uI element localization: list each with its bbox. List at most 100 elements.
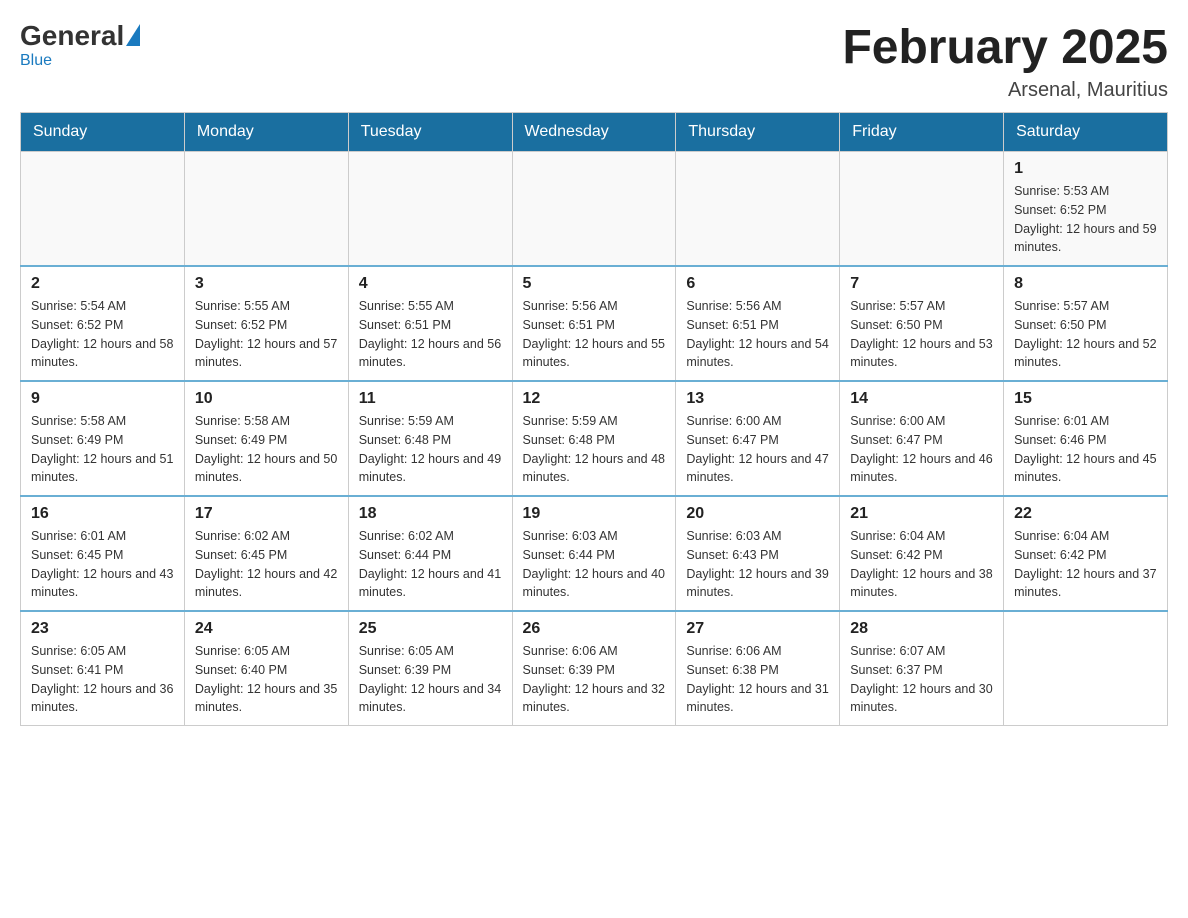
calendar-day-cell: 4 Sunrise: 5:55 AMSunset: 6:51 PMDaylight…	[348, 266, 512, 381]
day-info: Sunrise: 6:05 AMSunset: 6:41 PMDaylight:…	[31, 642, 174, 717]
calendar: SundayMondayTuesdayWednesdayThursdayFrid…	[20, 112, 1168, 726]
logo-triangle-icon	[126, 24, 140, 46]
calendar-day-cell: 5 Sunrise: 5:56 AMSunset: 6:51 PMDaylight…	[512, 266, 676, 381]
logo-general-text: General	[20, 20, 124, 52]
calendar-day-cell	[21, 152, 185, 267]
calendar-day-cell	[676, 152, 840, 267]
calendar-day-cell: 28 Sunrise: 6:07 AMSunset: 6:37 PMDayligh…	[840, 611, 1004, 726]
day-info: Sunrise: 6:03 AMSunset: 6:43 PMDaylight:…	[686, 527, 829, 602]
calendar-day-cell	[512, 152, 676, 267]
day-number: 3	[195, 275, 338, 293]
location: Arsenal, Mauritius	[842, 79, 1168, 102]
calendar-day-cell: 23 Sunrise: 6:05 AMSunset: 6:41 PMDayligh…	[21, 611, 185, 726]
day-info: Sunrise: 5:58 AMSunset: 6:49 PMDaylight:…	[31, 412, 174, 487]
day-number: 23	[31, 620, 174, 638]
day-number: 27	[686, 620, 829, 638]
day-of-week-header: Tuesday	[348, 113, 512, 152]
day-number: 24	[195, 620, 338, 638]
month-title: February 2025	[842, 20, 1168, 75]
day-info: Sunrise: 6:07 AMSunset: 6:37 PMDaylight:…	[850, 642, 993, 717]
calendar-day-cell: 12 Sunrise: 5:59 AMSunset: 6:48 PMDayligh…	[512, 381, 676, 496]
day-info: Sunrise: 5:58 AMSunset: 6:49 PMDaylight:…	[195, 412, 338, 487]
day-number: 9	[31, 390, 174, 408]
calendar-day-cell: 17 Sunrise: 6:02 AMSunset: 6:45 PMDayligh…	[184, 496, 348, 611]
day-number: 21	[850, 505, 993, 523]
calendar-day-cell	[1004, 611, 1168, 726]
day-info: Sunrise: 6:00 AMSunset: 6:47 PMDaylight:…	[850, 412, 993, 487]
day-of-week-header: Saturday	[1004, 113, 1168, 152]
calendar-week-row: 16 Sunrise: 6:01 AMSunset: 6:45 PMDayligh…	[21, 496, 1168, 611]
calendar-day-cell: 25Sunrise: 6:05 AMSunset: 6:39 PMDayligh…	[348, 611, 512, 726]
day-info: Sunrise: 5:53 AMSunset: 6:52 PMDaylight:…	[1014, 182, 1157, 257]
day-number: 16	[31, 505, 174, 523]
day-info: Sunrise: 6:04 AMSunset: 6:42 PMDaylight:…	[850, 527, 993, 602]
calendar-day-cell	[348, 152, 512, 267]
day-number: 17	[195, 505, 338, 523]
day-number: 28	[850, 620, 993, 638]
calendar-day-cell: 2 Sunrise: 5:54 AMSunset: 6:52 PMDaylight…	[21, 266, 185, 381]
day-number: 10	[195, 390, 338, 408]
day-number: 2	[31, 275, 174, 293]
calendar-day-cell: 1 Sunrise: 5:53 AMSunset: 6:52 PMDaylight…	[1004, 152, 1168, 267]
day-of-week-header: Sunday	[21, 113, 185, 152]
day-of-week-header: Monday	[184, 113, 348, 152]
calendar-day-cell: 7 Sunrise: 5:57 AMSunset: 6:50 PMDaylight…	[840, 266, 1004, 381]
calendar-day-cell: 22 Sunrise: 6:04 AMSunset: 6:42 PMDayligh…	[1004, 496, 1168, 611]
calendar-day-cell: 6 Sunrise: 5:56 AMSunset: 6:51 PMDaylight…	[676, 266, 840, 381]
calendar-week-row: 23 Sunrise: 6:05 AMSunset: 6:41 PMDayligh…	[21, 611, 1168, 726]
logo-blue-text: Blue	[20, 52, 52, 70]
calendar-day-cell: 21 Sunrise: 6:04 AMSunset: 6:42 PMDayligh…	[840, 496, 1004, 611]
logo: General Blue	[20, 20, 140, 70]
day-number: 12	[523, 390, 666, 408]
calendar-day-cell	[184, 152, 348, 267]
day-info: Sunrise: 6:02 AMSunset: 6:45 PMDaylight:…	[195, 527, 338, 602]
day-number: 7	[850, 275, 993, 293]
day-info: Sunrise: 6:01 AMSunset: 6:45 PMDaylight:…	[31, 527, 174, 602]
day-info: Sunrise: 5:56 AMSunset: 6:51 PMDaylight:…	[523, 297, 666, 372]
calendar-day-cell: 16 Sunrise: 6:01 AMSunset: 6:45 PMDayligh…	[21, 496, 185, 611]
day-number: 22	[1014, 505, 1157, 523]
day-of-week-header: Thursday	[676, 113, 840, 152]
calendar-day-cell: 13Sunrise: 6:00 AMSunset: 6:47 PMDayligh…	[676, 381, 840, 496]
calendar-week-row: 9 Sunrise: 5:58 AMSunset: 6:49 PMDaylight…	[21, 381, 1168, 496]
day-info: Sunrise: 6:00 AMSunset: 6:47 PMDaylight:…	[686, 412, 829, 487]
day-info: Sunrise: 6:06 AMSunset: 6:38 PMDaylight:…	[686, 642, 829, 717]
calendar-day-cell: 27 Sunrise: 6:06 AMSunset: 6:38 PMDayligh…	[676, 611, 840, 726]
day-number: 14	[850, 390, 993, 408]
day-number: 4	[359, 275, 502, 293]
day-info: Sunrise: 5:55 AMSunset: 6:52 PMDaylight:…	[195, 297, 338, 372]
day-number: 5	[523, 275, 666, 293]
calendar-day-cell: 11Sunrise: 5:59 AMSunset: 6:48 PMDayligh…	[348, 381, 512, 496]
day-info: Sunrise: 5:54 AMSunset: 6:52 PMDaylight:…	[31, 297, 174, 372]
calendar-day-cell: 9 Sunrise: 5:58 AMSunset: 6:49 PMDaylight…	[21, 381, 185, 496]
calendar-day-cell: 14 Sunrise: 6:00 AMSunset: 6:47 PMDayligh…	[840, 381, 1004, 496]
day-info: Sunrise: 6:05 AMSunset: 6:40 PMDaylight:…	[195, 642, 338, 717]
calendar-week-row: 2 Sunrise: 5:54 AMSunset: 6:52 PMDaylight…	[21, 266, 1168, 381]
day-number: 20	[686, 505, 829, 523]
calendar-day-cell: 19Sunrise: 6:03 AMSunset: 6:44 PMDayligh…	[512, 496, 676, 611]
calendar-day-cell: 26Sunrise: 6:06 AMSunset: 6:39 PMDayligh…	[512, 611, 676, 726]
day-info: Sunrise: 6:04 AMSunset: 6:42 PMDaylight:…	[1014, 527, 1157, 602]
calendar-day-cell: 10 Sunrise: 5:58 AMSunset: 6:49 PMDayligh…	[184, 381, 348, 496]
day-number: 11	[359, 390, 502, 408]
calendar-week-row: 1 Sunrise: 5:53 AMSunset: 6:52 PMDaylight…	[21, 152, 1168, 267]
day-info: Sunrise: 6:01 AMSunset: 6:46 PMDaylight:…	[1014, 412, 1157, 487]
calendar-day-cell	[840, 152, 1004, 267]
day-number: 6	[686, 275, 829, 293]
day-info: Sunrise: 5:59 AMSunset: 6:48 PMDaylight:…	[523, 412, 666, 487]
day-of-week-header: Wednesday	[512, 113, 676, 152]
day-info: Sunrise: 6:05 AMSunset: 6:39 PMDaylight:…	[359, 642, 502, 717]
calendar-day-cell: 18Sunrise: 6:02 AMSunset: 6:44 PMDayligh…	[348, 496, 512, 611]
calendar-header-row: SundayMondayTuesdayWednesdayThursdayFrid…	[21, 113, 1168, 152]
calendar-day-cell: 8Sunrise: 5:57 AMSunset: 6:50 PMDaylight…	[1004, 266, 1168, 381]
day-info: Sunrise: 5:57 AMSunset: 6:50 PMDaylight:…	[850, 297, 993, 372]
day-info: Sunrise: 5:56 AMSunset: 6:51 PMDaylight:…	[686, 297, 829, 372]
day-number: 26	[523, 620, 666, 638]
calendar-day-cell: 24 Sunrise: 6:05 AMSunset: 6:40 PMDayligh…	[184, 611, 348, 726]
day-info: Sunrise: 5:55 AMSunset: 6:51 PMDaylight:…	[359, 297, 502, 372]
day-number: 19	[523, 505, 666, 523]
day-number: 8	[1014, 275, 1157, 293]
calendar-day-cell: 3 Sunrise: 5:55 AMSunset: 6:52 PMDaylight…	[184, 266, 348, 381]
day-of-week-header: Friday	[840, 113, 1004, 152]
day-number: 1	[1014, 160, 1157, 178]
